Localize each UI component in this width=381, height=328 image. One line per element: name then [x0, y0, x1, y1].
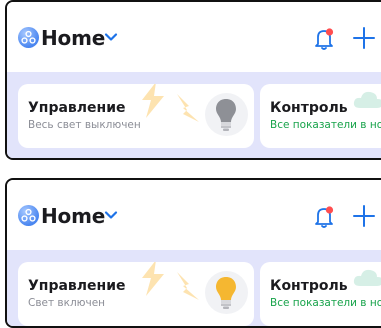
- home-logo-icon[interactable]: [18, 205, 39, 226]
- control-card-title: Управление: [28, 100, 126, 116]
- chevron-down-icon[interactable]: [104, 210, 118, 220]
- cloud-icon: [353, 91, 381, 108]
- control-card[interactable]: Управление Весь свет выключен: [18, 84, 254, 148]
- bell-notification-icon[interactable]: [312, 26, 336, 52]
- lightning-decor-icon: [177, 272, 199, 300]
- light-bulb-icon: [216, 99, 236, 131]
- monitor-card[interactable]: Контроль Все показатели в но: [260, 262, 381, 326]
- top-bar: Home: [7, 180, 381, 250]
- home-logo-icon[interactable]: [18, 27, 39, 48]
- lightning-decor-icon: [142, 84, 164, 118]
- monitor-card-status: Все показатели в но: [270, 297, 381, 309]
- dashboard-content: Управление Весь свет выключен Контроль В…: [7, 72, 381, 158]
- chevron-down-icon[interactable]: [104, 32, 118, 42]
- home-selector-label[interactable]: Home: [41, 204, 105, 228]
- plus-icon[interactable]: [352, 204, 376, 228]
- app-screen-lights-off: Home Управление Весь свет выключен Контр…: [5, 0, 381, 160]
- light-bulb-icon: [216, 277, 236, 309]
- dashboard-content: Управление Свет включен Контроль Все пок…: [7, 250, 381, 326]
- monitor-card-status: Все показатели в но: [270, 119, 381, 131]
- monitor-card-title: Контроль: [270, 278, 348, 294]
- cloud-icon: [353, 269, 381, 286]
- control-card-status: Весь свет выключен: [28, 119, 141, 131]
- top-bar: Home: [7, 2, 381, 72]
- lightning-decor-icon: [142, 262, 164, 296]
- home-selector-label[interactable]: Home: [41, 26, 105, 50]
- control-card-title: Управление: [28, 278, 126, 294]
- monitor-card[interactable]: Контроль Все показатели в но: [260, 84, 381, 148]
- monitor-card-title: Контроль: [270, 100, 348, 116]
- plus-icon[interactable]: [352, 26, 376, 50]
- lightning-decor-icon: [177, 94, 199, 122]
- control-card[interactable]: Управление Свет включен: [18, 262, 254, 326]
- bell-notification-icon[interactable]: [312, 204, 336, 230]
- app-screen-lights-on: Home Управление Свет включен Контроль Вс…: [5, 178, 381, 328]
- control-card-status: Свет включен: [28, 297, 106, 309]
